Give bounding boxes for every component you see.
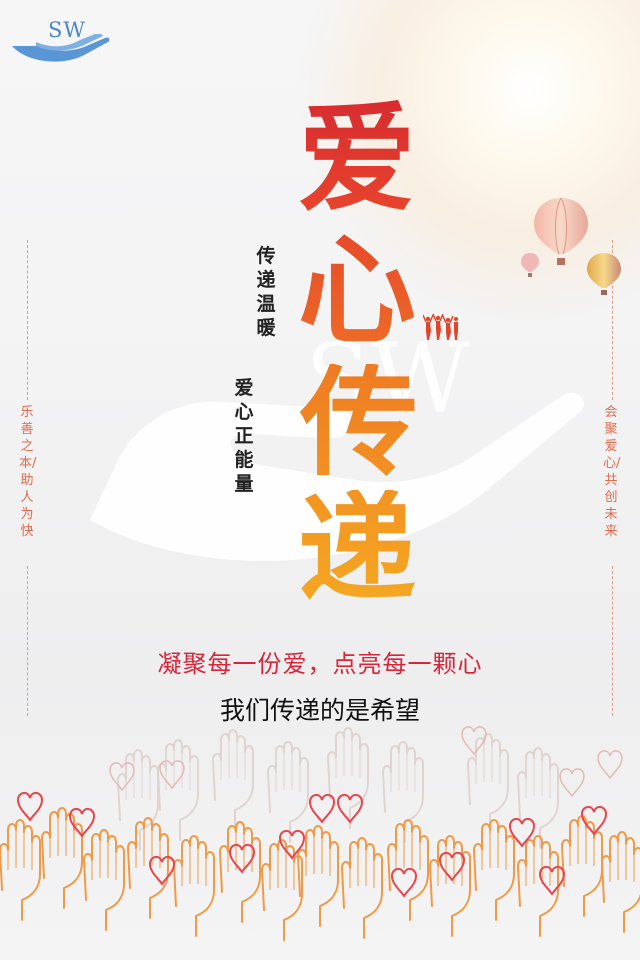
right-side-text: 会聚爱心/共创未来 <box>603 405 621 539</box>
vertical-caption-1: 传递温暖 <box>256 245 276 339</box>
people-cheering-icon <box>423 313 458 340</box>
hot-air-balloon-icon <box>521 253 539 277</box>
poster: SW SW 乐善之本/助人为快 会聚爱心/共创未来 爱 心 传 递 传递温暖 爱… <box>0 0 640 960</box>
brand-logo: SW <box>10 8 114 64</box>
hands-with-hearts-illustration <box>0 726 640 941</box>
tagline-primary: 凝聚每一份爱，点亮每一颗心 <box>157 650 483 678</box>
vertical-caption-2: 爱心正能量 <box>234 377 254 495</box>
headline-char-2: 心 <box>298 221 417 360</box>
left-side-text: 乐善之本/助人为快 <box>19 405 37 539</box>
headline-char-4: 递 <box>298 479 417 618</box>
hot-air-balloon-icon <box>587 253 621 295</box>
hot-air-balloon-icon <box>534 197 588 265</box>
logo-text: SW <box>48 18 86 42</box>
headline-char-1: 爱 <box>298 89 417 228</box>
headline-char-3: 传 <box>300 353 419 492</box>
left-top-dash <box>27 240 28 400</box>
